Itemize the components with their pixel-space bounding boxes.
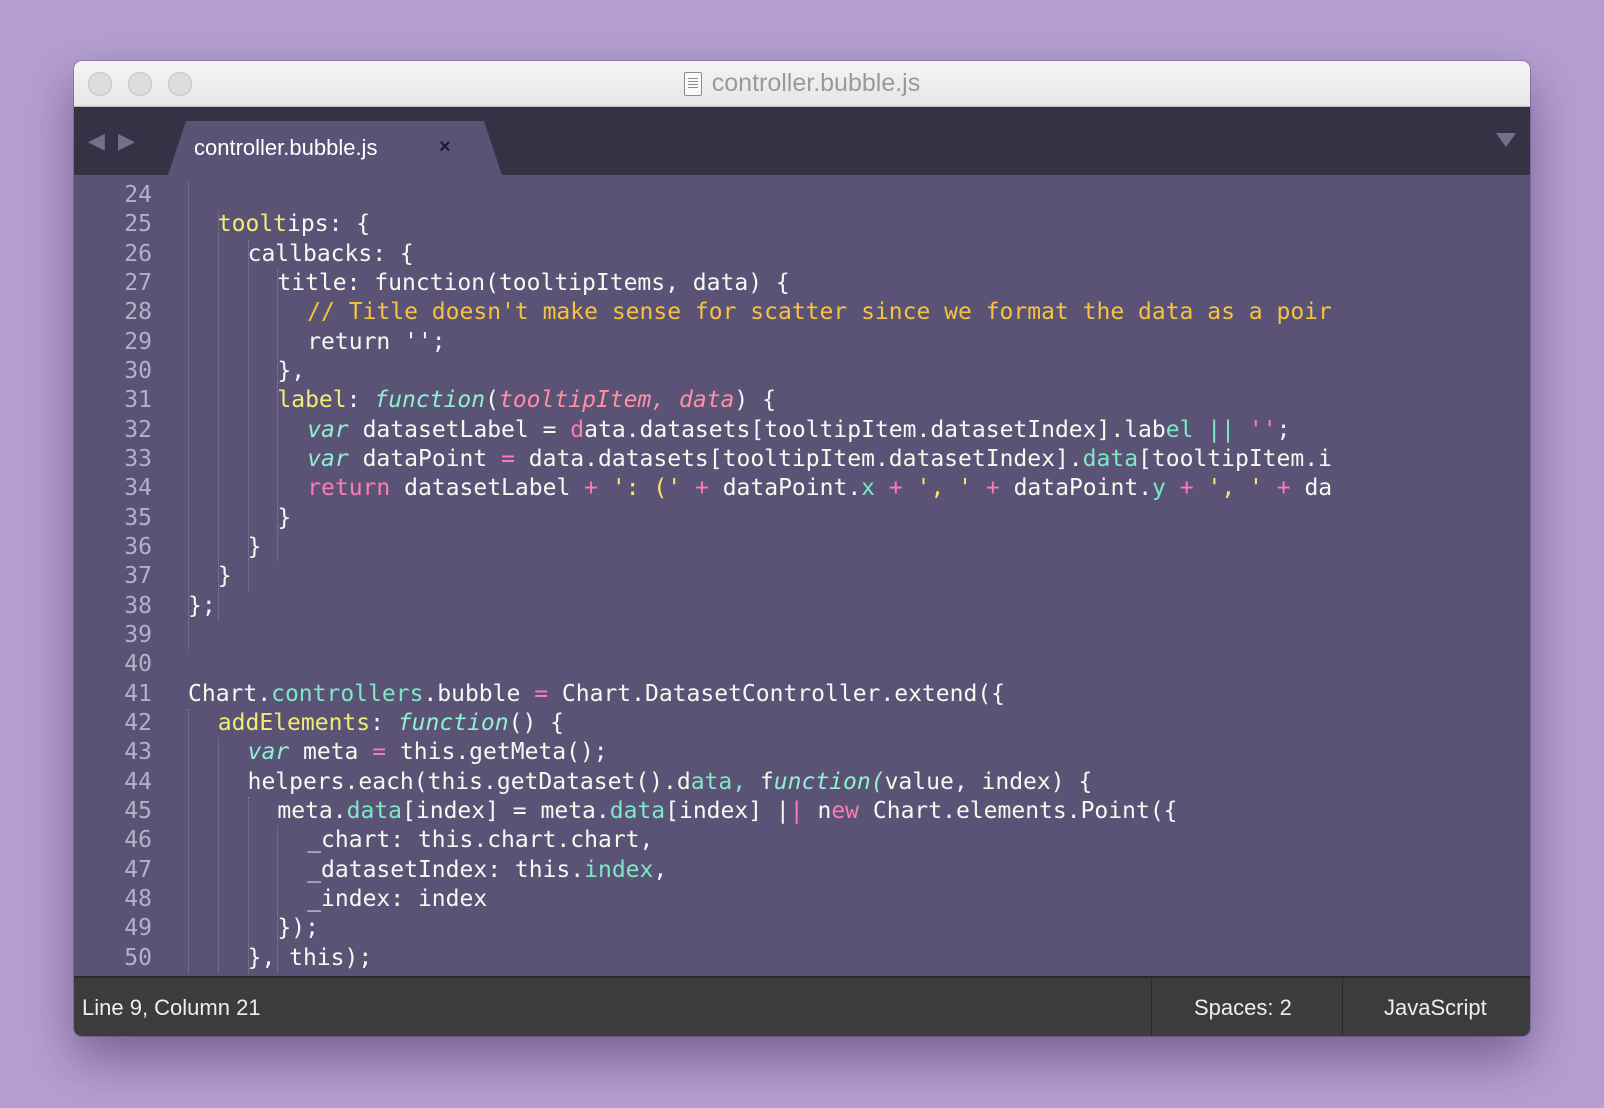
line-number: 36 (124, 533, 152, 560)
code-line[interactable]: return datasetLabel + ': (' + dataPoint.… (307, 474, 1332, 503)
code-line[interactable]: } (277, 504, 291, 533)
indent-guide (277, 826, 279, 973)
code-line[interactable]: _datasetIndex: this.index, (307, 856, 667, 885)
code-line[interactable]: var dataPoint = data.datasets[tooltipIte… (307, 445, 1332, 474)
indent-guide (277, 268, 279, 563)
line-number: 31 (124, 387, 152, 414)
line-number: 33 (124, 445, 152, 472)
document-icon (683, 71, 702, 96)
line-number: 24 (124, 182, 152, 208)
line-number: 50 (124, 944, 152, 971)
status-divider (1342, 978, 1343, 1036)
code-line[interactable]: }, (277, 357, 305, 386)
line-number: 30 (124, 357, 152, 384)
line-number: 39 (124, 621, 152, 648)
indent-guide (188, 708, 189, 973)
code-line[interactable]: _chart: this.chart.chart, (307, 826, 653, 855)
code-line[interactable]: var datasetLabel = data.datasets[tooltip… (307, 416, 1290, 445)
line-number: 49 (124, 915, 152, 942)
line-number: 42 (124, 709, 152, 736)
line-number: 45 (124, 797, 152, 824)
line-number: 44 (124, 768, 152, 795)
line-number: 35 (124, 504, 152, 531)
tab-menu-chevron-down-icon[interactable] (1496, 133, 1516, 147)
indent-guide (247, 239, 249, 592)
line-number: 27 (124, 269, 152, 296)
editor-window: controller.bubble.js ◀ ▶ controller.bubb… (74, 61, 1530, 1036)
cursor-position: Line 9, Column 21 (82, 995, 261, 1020)
indent-guide (217, 210, 219, 621)
code-line[interactable]: Chart.controllers.bubble = Chart.Dataset… (188, 680, 1005, 709)
line-number: 40 (124, 651, 152, 678)
code-line[interactable]: return ''; (307, 328, 445, 357)
code-line[interactable]: label: function(tooltipItem, data) { (277, 386, 776, 415)
line-number: 34 (124, 475, 152, 502)
line-number: 37 (124, 563, 152, 590)
line-number: 41 (124, 680, 152, 707)
line-number: 26 (124, 240, 152, 267)
line-number: 48 (124, 885, 152, 912)
code-line[interactable]: _index: index (307, 885, 487, 914)
code-line[interactable]: tooltips: { (218, 210, 370, 239)
code-line[interactable]: addElements: function() { (218, 709, 564, 738)
code-line[interactable]: var meta = this.getMeta(); (248, 738, 608, 767)
indent-guide (217, 738, 219, 973)
tab-close-icon[interactable]: × (439, 136, 451, 159)
indent-guide (247, 796, 249, 973)
code-line[interactable]: helpers.each(this.getDataset().data, fun… (248, 768, 1093, 797)
syntax-mode[interactable]: JavaScript (1384, 995, 1487, 1021)
code-line[interactable]: meta.data[index] = meta.data[index] || n… (277, 797, 1177, 826)
line-number: 25 (124, 211, 152, 238)
title-bar: controller.bubble.js (74, 61, 1530, 107)
line-number: 46 (124, 827, 152, 854)
status-bar: Line 9, Column 21 Spaces: 2 JavaScript (74, 976, 1530, 1036)
code-line[interactable]: }, this); (248, 944, 373, 973)
line-number: 32 (124, 416, 152, 443)
code-line[interactable]: callbacks: { (248, 240, 414, 269)
line-number-gutter: 24 25 26 27 28 29 30 31 32 33 34 35 36 37 38 39 40 41 42 43… (74, 175, 152, 976)
tab-bar: ◀ ▶ controller.bubble.js × (74, 107, 1530, 175)
code-line[interactable]: }); (277, 914, 319, 943)
nav-back-icon[interactable]: ◀ (88, 128, 105, 154)
code-editor[interactable]: 24 25 26 27 28 29 30 31 32 33 34 35 36 37 38 39 40 41 42 43… (74, 175, 1530, 976)
line-number: 47 (124, 856, 152, 883)
window-title: controller.bubble.js (74, 61, 1530, 106)
indentation-setting[interactable]: Spaces: 2 (1194, 995, 1292, 1021)
code-line[interactable]: } (218, 562, 232, 591)
code-line[interactable]: // Title doesn't make sense for scatter … (307, 298, 1332, 327)
status-divider (1151, 978, 1152, 1036)
code-area[interactable]: tooltips: {callbacks: {title: function(t… (188, 175, 1530, 976)
line-number: 28 (124, 299, 152, 326)
line-number: 43 (124, 739, 152, 766)
line-number: 29 (124, 328, 152, 355)
code-line[interactable]: }; (188, 592, 216, 621)
line-number: 38 (124, 592, 152, 619)
indent-guide (188, 181, 189, 651)
window-title-text: controller.bubble.js (711, 69, 921, 97)
code-line[interactable]: title: function(tooltipItems, data) { (277, 269, 789, 298)
tab-label: controller.bubble.js (194, 135, 378, 160)
code-line[interactable]: } (248, 533, 262, 562)
nav-forward-icon[interactable]: ▶ (118, 128, 135, 154)
